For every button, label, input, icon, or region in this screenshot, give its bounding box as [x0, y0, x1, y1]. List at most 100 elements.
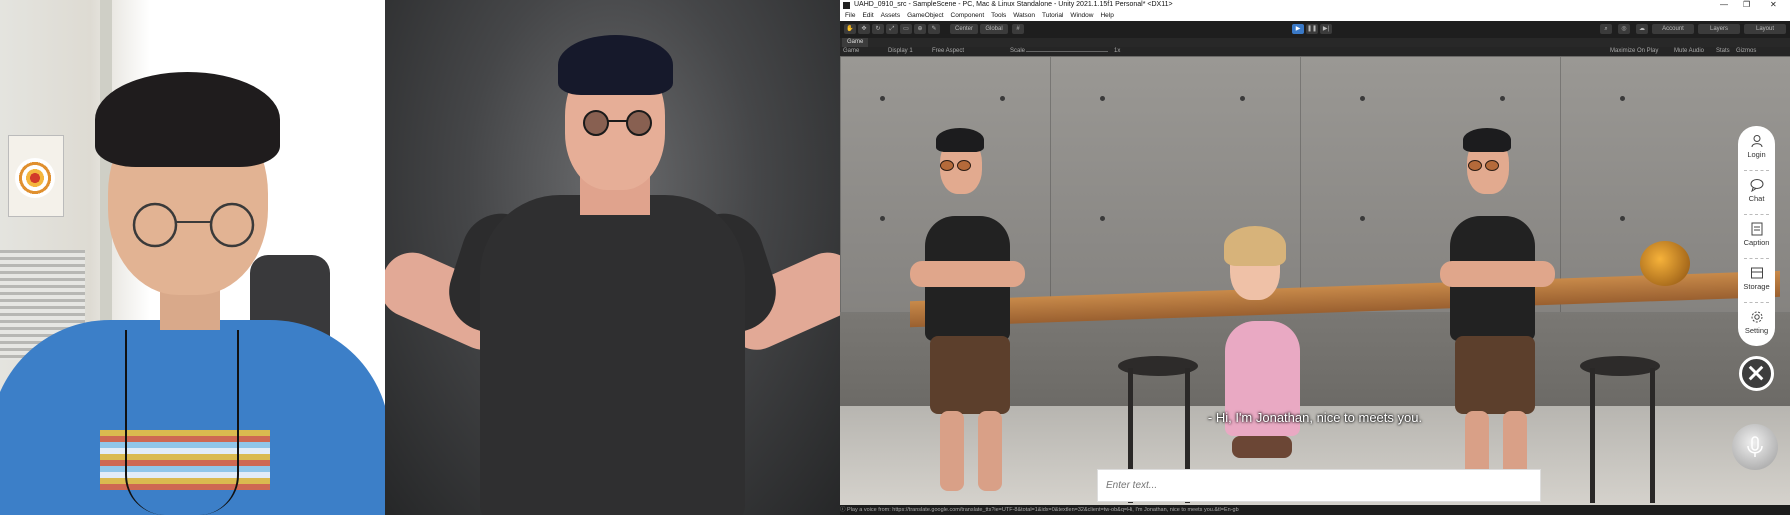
search-icon[interactable]: ⌕: [1600, 24, 1612, 34]
microphone-icon: [1747, 436, 1763, 457]
rect-tool-icon[interactable]: ▭: [900, 24, 912, 34]
wall-hole: [1240, 96, 1245, 101]
cloud-icon[interactable]: ☁: [1636, 24, 1648, 34]
layout-dropdown[interactable]: Layout: [1744, 24, 1786, 34]
wall-hole: [1620, 96, 1625, 101]
avatar-left-glasses-icon: [957, 160, 971, 171]
scale-slider[interactable]: [1026, 51, 1108, 52]
status-message: Play a voice from: https://translate.goo…: [847, 507, 1239, 513]
wall-hole: [1500, 96, 1505, 101]
status-bar: ⓘ Play a voice from: https://translate.g…: [840, 505, 1790, 515]
avatar-left-arms: [910, 261, 1025, 287]
close-window-icon[interactable]: ✕: [1770, 0, 1777, 9]
menu-gameobject[interactable]: GameObject: [907, 11, 944, 21]
chat-text-input[interactable]: [1097, 469, 1541, 502]
close-menu-button[interactable]: [1739, 356, 1774, 391]
title-bar: UAHD_0910_src - SampleScene - PC, Mac & …: [840, 0, 1790, 11]
side-item-label: Caption: [1743, 238, 1770, 247]
wall-hole: [1360, 216, 1365, 221]
side-item-storage[interactable]: Storage: [1738, 260, 1775, 302]
rotate-tool-icon[interactable]: ↻: [872, 24, 884, 34]
play-button[interactable]: ▶: [1292, 24, 1304, 34]
target-icon: [15, 158, 55, 198]
menu-assets[interactable]: Assets: [881, 11, 901, 21]
divider: [1744, 302, 1769, 303]
minimize-icon[interactable]: —: [1720, 0, 1728, 9]
user-icon: [1751, 135, 1762, 148]
storage-icon: [1750, 267, 1763, 279]
menu-window[interactable]: Window: [1070, 11, 1093, 21]
game-tab-bar: Game: [840, 38, 1790, 47]
menu-help[interactable]: Help: [1100, 11, 1113, 21]
menu-file[interactable]: File: [845, 11, 855, 21]
menu-watson[interactable]: Watson: [1013, 11, 1035, 21]
step-button[interactable]: ▶|: [1320, 24, 1332, 34]
wall-hole: [1100, 216, 1105, 221]
wall-hole: [1100, 96, 1105, 101]
move-tool-icon[interactable]: ✥: [858, 24, 870, 34]
microphone-button[interactable]: [1732, 424, 1778, 470]
stool-leg: [1590, 368, 1595, 503]
tab-game[interactable]: Game: [842, 38, 869, 47]
unity-editor: UAHD_0910_src - SampleScene - PC, Mac & …: [840, 0, 1790, 515]
avatar-left-shorts: [930, 336, 1010, 414]
girl-hair: [1224, 226, 1286, 266]
subtitle-caption: - Hi, I'm Jonathan, nice to meets you.: [1207, 410, 1423, 425]
golden-lamp: [1640, 241, 1690, 286]
menu-component[interactable]: Component: [951, 11, 985, 21]
divider: [1744, 258, 1769, 259]
webcam-photo: [0, 0, 385, 515]
mute-audio-toggle[interactable]: Mute Audio: [1674, 47, 1704, 56]
display-dropdown[interactable]: Display 1: [888, 47, 913, 56]
unity-logo-icon: [843, 2, 850, 9]
side-menu: Login Chat Caption Storage Setting: [1738, 126, 1775, 346]
collab-icon[interactable]: ◎: [1618, 24, 1630, 34]
avatar-glasses-icon: [583, 110, 652, 136]
info-icon: ⓘ: [840, 507, 846, 513]
stool-leg: [1650, 368, 1655, 503]
game-view[interactable]: Login Chat Caption Storage Setting - Hi,…: [840, 56, 1790, 505]
side-item-setting[interactable]: Setting: [1738, 304, 1775, 346]
menu-bar: File Edit Assets GameObject Component To…: [840, 11, 1790, 21]
menu-tools[interactable]: Tools: [991, 11, 1006, 21]
lanyard: [125, 330, 239, 515]
transform-tool-icon[interactable]: ⊕: [914, 24, 926, 34]
hand-tool-icon[interactable]: ✋: [844, 24, 856, 34]
snap-icon[interactable]: #: [1012, 24, 1024, 34]
scale-tool-icon[interactable]: ⤢: [886, 24, 898, 34]
wall-hole: [1000, 96, 1005, 101]
account-dropdown[interactable]: Account: [1652, 24, 1694, 34]
game-mode-dropdown[interactable]: Game: [843, 47, 859, 56]
scale-value: 1x: [1114, 48, 1121, 54]
aspect-dropdown[interactable]: Free Aspect: [932, 47, 964, 56]
side-item-caption[interactable]: Caption: [1738, 216, 1775, 258]
custom-tool-icon[interactable]: ✎: [928, 24, 940, 34]
gear-icon: [1751, 311, 1762, 323]
gizmos-dropdown[interactable]: Gizmos: [1736, 47, 1756, 56]
avatar-right-glasses-icon: [1468, 160, 1482, 171]
side-item-label: Login: [1747, 150, 1766, 159]
game-view-toolbar: Game Display 1 Free Aspect Scale 1x Maxi…: [840, 47, 1790, 56]
side-item-login[interactable]: Login: [1738, 128, 1775, 170]
menu-tutorial[interactable]: Tutorial: [1042, 11, 1063, 21]
maximize-on-play-toggle[interactable]: Maximize On Play: [1610, 47, 1658, 56]
scale-label: Scale: [1010, 48, 1026, 54]
pivot-center-button[interactable]: Center: [950, 24, 978, 34]
stats-toggle[interactable]: Stats: [1716, 47, 1730, 56]
avatar-right-arms: [1440, 261, 1555, 287]
avatar-left-glasses-icon: [940, 160, 954, 171]
avatar-hair: [558, 35, 673, 95]
pivot-global-button[interactable]: Global: [980, 24, 1008, 34]
side-item-label: Setting: [1744, 326, 1769, 335]
window-title: UAHD_0910_src - SampleScene - PC, Mac & …: [854, 1, 1173, 8]
pause-button[interactable]: ❚❚: [1306, 24, 1318, 34]
person-hair: [95, 72, 280, 167]
side-item-chat[interactable]: Chat: [1738, 172, 1775, 214]
wall-hole: [1360, 96, 1365, 101]
wall-hole: [880, 216, 885, 221]
side-item-label: Chat: [1748, 194, 1765, 203]
avatar-right-shorts: [1455, 336, 1535, 414]
maximize-icon[interactable]: ❐: [1743, 0, 1750, 9]
menu-edit[interactable]: Edit: [862, 11, 873, 21]
layers-dropdown[interactable]: Layers: [1698, 24, 1740, 34]
